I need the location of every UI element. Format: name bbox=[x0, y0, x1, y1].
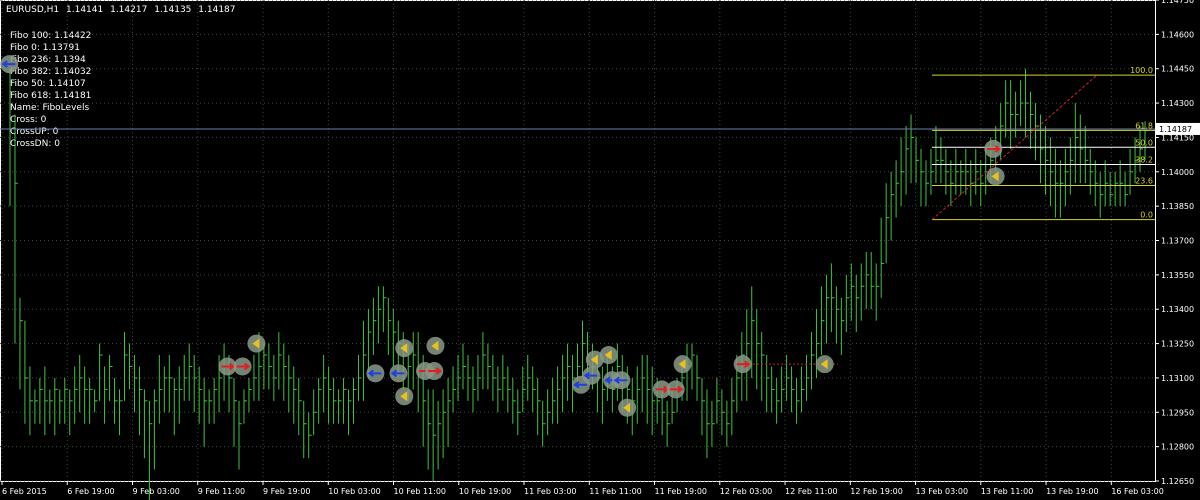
flag-icon bbox=[618, 398, 637, 417]
flag-icon bbox=[395, 339, 414, 358]
signal-arrow-icon bbox=[666, 380, 685, 399]
y-tick-label: 1.12950 bbox=[1161, 408, 1194, 417]
signal-arrow-icon bbox=[582, 366, 601, 385]
fibo-level-label: 23.6 bbox=[1135, 177, 1153, 186]
y-tick-label: 1.13250 bbox=[1161, 340, 1194, 349]
x-tick-label: 13 Feb 19:00 bbox=[1046, 487, 1098, 496]
signal-arrow-icon bbox=[233, 357, 252, 376]
x-tick-label: 9 Feb 19:00 bbox=[263, 487, 310, 496]
signal-arrow-icon bbox=[612, 371, 631, 390]
fibo-level-label: 50.0 bbox=[1135, 138, 1153, 147]
y-tick-label: 1.13550 bbox=[1161, 271, 1194, 280]
flag-icon bbox=[395, 387, 414, 406]
flag-icon bbox=[247, 334, 266, 353]
y-tick-label: 1.12800 bbox=[1161, 443, 1194, 452]
fibo-level-label: 61.8 bbox=[1135, 121, 1153, 130]
flag-icon bbox=[426, 336, 445, 355]
signal-arrow-icon bbox=[984, 139, 1003, 158]
y-tick-label: 1.14600 bbox=[1161, 30, 1194, 39]
x-tick-label: 9 Feb 03:00 bbox=[133, 487, 180, 496]
flag-icon bbox=[986, 167, 1005, 186]
fibo-level-label: 38.2 bbox=[1135, 155, 1153, 164]
y-tick-label: 1.12650 bbox=[1161, 477, 1194, 486]
x-tick-label: 11 Feb 11:00 bbox=[589, 487, 641, 496]
plot-border bbox=[0, 0, 1156, 482]
y-tick-label: 1.14750 bbox=[1161, 0, 1194, 5]
y-tick-label: 1.14300 bbox=[1161, 99, 1194, 108]
y-tick-label: 1.13100 bbox=[1161, 374, 1194, 383]
flag-icon bbox=[673, 355, 692, 374]
x-tick-label: 11 Feb 03:00 bbox=[524, 487, 576, 496]
x-tick-label: 10 Feb 03:00 bbox=[328, 487, 380, 496]
x-tick-label: 12 Feb 03:00 bbox=[720, 487, 772, 496]
x-tick-label: 9 Feb 11:00 bbox=[198, 487, 245, 496]
y-tick-label: 1.14000 bbox=[1161, 168, 1194, 177]
x-tick-label: 10 Feb 19:00 bbox=[459, 487, 511, 496]
signal-arrow-icon bbox=[366, 364, 385, 383]
current-price-label: 1.14187 bbox=[1159, 125, 1192, 134]
flag-icon bbox=[815, 355, 834, 374]
fibo-level-label: 100.0 bbox=[1130, 66, 1153, 75]
x-tick-label: 16 Feb 03:00 bbox=[1111, 487, 1163, 496]
y-tick-label: 1.14450 bbox=[1161, 65, 1194, 74]
x-tick-label: 13 Feb 03:00 bbox=[916, 487, 968, 496]
x-tick-label: 12 Feb 11:00 bbox=[785, 487, 837, 496]
fibo-level-label: 0.0 bbox=[1140, 211, 1153, 220]
signal-arrow-icon bbox=[0, 55, 19, 74]
signal-arrow-icon bbox=[389, 364, 408, 383]
x-tick-label: 10 Feb 11:00 bbox=[394, 487, 446, 496]
x-tick-label: 6 Feb 2015 bbox=[2, 487, 47, 496]
signal-arrow-icon bbox=[733, 355, 752, 374]
x-tick-label: 11 Feb 19:00 bbox=[655, 487, 707, 496]
y-tick-label: 1.13850 bbox=[1161, 202, 1194, 211]
y-tick-label: 1.13400 bbox=[1161, 305, 1194, 314]
x-tick-label: 13 Feb 11:00 bbox=[981, 487, 1033, 496]
signal-arrow-icon bbox=[425, 362, 444, 381]
flag-icon bbox=[599, 346, 618, 365]
x-tick-label: 12 Feb 19:00 bbox=[850, 487, 902, 496]
y-tick-label: 1.13700 bbox=[1161, 237, 1194, 246]
x-tick-label: 6 Feb 19:00 bbox=[67, 487, 114, 496]
price-chart[interactable]: 1.147501.146001.144501.143001.141501.140… bbox=[0, 0, 1200, 500]
